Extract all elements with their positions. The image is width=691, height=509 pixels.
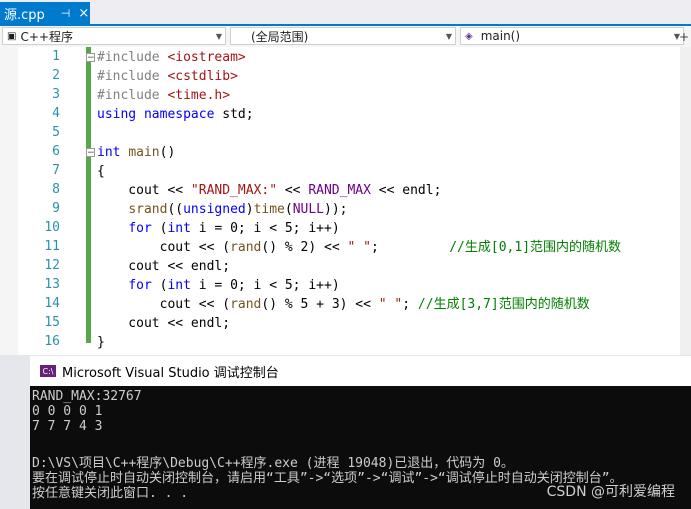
line-number: 14 (44, 296, 60, 311)
console-line: 按任意键关闭此窗口. . . (32, 486, 189, 501)
code-line: for (int i = 0; i < 5; i++) (128, 278, 340, 293)
console-line: RAND_MAX:32767 (32, 389, 142, 404)
scope-dropdown[interactable]: (全局范围) ▼ (230, 27, 456, 45)
code-line: #include <time.h> (97, 88, 231, 103)
close-icon[interactable]: × (78, 6, 89, 21)
line-number: 7 (52, 163, 60, 178)
code-line: } (97, 335, 105, 350)
line-number: 15 (44, 315, 60, 330)
project-label: C++程序 (20, 29, 73, 44)
code-line: #include <iostream> (97, 50, 246, 65)
tab-bar: 源.cpp ⊣ × (0, 0, 691, 26)
code-line: int main() (97, 145, 176, 160)
change-tracking-bar (86, 47, 91, 343)
code-line: cout << endl; (97, 316, 231, 331)
split-button[interactable]: + (679, 30, 689, 44)
indicator-margin (0, 47, 18, 355)
line-number: 6 (52, 144, 60, 159)
project-icon: ▣ (7, 30, 17, 42)
navigation-bar: ▣ C++程序 ▼ (全局范围) ▼ ◈ main() ▼ + (0, 26, 691, 48)
line-number: 3 (52, 87, 60, 102)
line-number: 10 (44, 220, 60, 235)
console-line: 0 0 0 0 1 (32, 404, 103, 419)
code-line: cout << (rand() % 2) << " "; //生成[0,1]范围… (97, 240, 622, 255)
line-number: 9 (52, 201, 60, 216)
console-title-bar[interactable]: C:\ Microsoft Visual Studio 调试控制台 (30, 356, 691, 386)
line-number: 2 (52, 68, 60, 83)
tab-label: 源.cpp (4, 7, 45, 23)
line-number: 8 (52, 182, 60, 197)
line-number: 16 (44, 334, 60, 349)
chevron-down-icon: ▼ (445, 31, 452, 41)
code-line: using namespace std; (97, 107, 254, 122)
scope-label: (全局范围) (251, 29, 309, 44)
visual-studio-icon: C:\ (40, 365, 56, 377)
console-title: Microsoft Visual Studio 调试控制台 (62, 365, 279, 381)
watermark: CSDN @可利爱编程 (546, 484, 675, 500)
code-line: for (int i = 0; i < 5; i++) (128, 221, 340, 236)
tab-source-cpp[interactable]: 源.cpp ⊣ × (0, 2, 90, 24)
chevron-down-icon: ▼ (215, 31, 222, 41)
project-dropdown[interactable]: ▣ C++程序 ▼ (2, 27, 226, 45)
line-number: 13 (44, 277, 60, 292)
line-number: 5 (52, 125, 60, 140)
line-number: 1 (52, 49, 60, 64)
code-line: srand((unsigned)time(NULL)); (128, 202, 348, 217)
fold-toggle-icon[interactable]: − (86, 148, 95, 158)
fold-toggle-icon[interactable]: − (86, 53, 95, 63)
pin-icon[interactable]: ⊣ (61, 7, 71, 20)
vertical-scrollbar[interactable] (680, 47, 691, 355)
line-number: 11 (44, 239, 60, 254)
code-editor[interactable]: 1 2 3 4 5 6 7 8 9 10 11 12 13 14 15 16 −… (0, 47, 691, 355)
code-line: cout << "RAND_MAX:" << RAND_MAX << endl; (97, 183, 442, 198)
code-line: cout << endl; (97, 259, 231, 274)
code-line: { (97, 164, 105, 179)
member-label: main() (480, 29, 521, 43)
method-icon: ◈ (465, 30, 473, 42)
code-line: #include <cstdlib> (97, 69, 238, 84)
code-line: cout << (rand() % 5 + 3) << " "; //生成[3,… (97, 297, 590, 312)
console-line: 7 7 7 4 3 (32, 419, 103, 434)
line-number: 4 (52, 106, 60, 121)
member-dropdown[interactable]: ◈ main() ▼ (460, 27, 684, 45)
line-number: 12 (44, 258, 60, 273)
